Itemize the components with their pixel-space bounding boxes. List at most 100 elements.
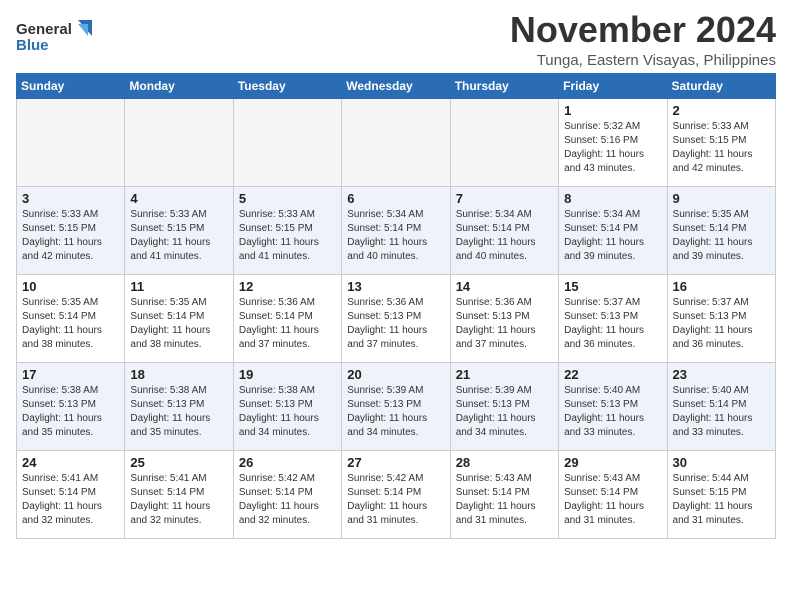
day-info: Sunrise: 5:42 AM Sunset: 5:14 PM Dayligh… [239, 472, 336, 528]
calendar-cell [233, 98, 341, 186]
day-number: 20 [347, 367, 444, 382]
day-number: 10 [22, 279, 119, 294]
calendar-cell: 11Sunrise: 5:35 AM Sunset: 5:14 PM Dayli… [125, 274, 233, 362]
day-number: 1 [564, 103, 661, 118]
day-info: Sunrise: 5:35 AM Sunset: 5:14 PM Dayligh… [673, 208, 770, 264]
day-number: 18 [130, 367, 227, 382]
month-title: November 2024 [510, 10, 776, 50]
day-info: Sunrise: 5:40 AM Sunset: 5:14 PM Dayligh… [673, 384, 770, 440]
calendar-cell: 1 Sunrise: 5:32 AM Sunset: 5:16 PM Daylig… [559, 98, 667, 186]
day-info: Sunrise: 5:38 AM Sunset: 5:13 PM Dayligh… [22, 384, 119, 440]
calendar-table: SundayMondayTuesdayWednesdayThursdayFrid… [16, 73, 776, 539]
day-info: Sunrise: 5:34 AM Sunset: 5:14 PM Dayligh… [456, 208, 553, 264]
day-number: 25 [130, 455, 227, 470]
calendar-week-5: 24 Sunrise: 5:41 AM Sunset: 5:14 PM Dayli… [17, 450, 776, 538]
calendar-week-1: 1 Sunrise: 5:32 AM Sunset: 5:16 PM Daylig… [17, 98, 776, 186]
day-info: Sunrise: 5:33 AM Sunset: 5:15 PM Dayligh… [22, 208, 119, 264]
day-number: 27 [347, 455, 444, 470]
day-number: 9 [673, 191, 770, 206]
calendar-week-2: 3 Sunrise: 5:33 AM Sunset: 5:15 PM Daylig… [17, 186, 776, 274]
day-info: Sunrise: 5:43 AM Sunset: 5:14 PM Dayligh… [564, 472, 661, 528]
day-number: 2 [673, 103, 770, 118]
day-number: 29 [564, 455, 661, 470]
weekday-header-friday: Friday [559, 73, 667, 98]
day-number: 8 [564, 191, 661, 206]
day-number: 21 [456, 367, 553, 382]
calendar-cell: 4 Sunrise: 5:33 AM Sunset: 5:15 PM Daylig… [125, 186, 233, 274]
weekday-header-saturday: Saturday [667, 73, 775, 98]
day-info: Sunrise: 5:37 AM Sunset: 5:13 PM Dayligh… [673, 296, 770, 352]
calendar-cell [450, 98, 558, 186]
calendar-cell: 8 Sunrise: 5:34 AM Sunset: 5:14 PM Daylig… [559, 186, 667, 274]
calendar-cell: 2 Sunrise: 5:33 AM Sunset: 5:15 PM Daylig… [667, 98, 775, 186]
day-info: Sunrise: 5:44 AM Sunset: 5:15 PM Dayligh… [673, 472, 770, 528]
day-info: Sunrise: 5:36 AM Sunset: 5:13 PM Dayligh… [456, 296, 553, 352]
calendar-cell: 19Sunrise: 5:38 AM Sunset: 5:13 PM Dayli… [233, 362, 341, 450]
calendar-cell [342, 98, 450, 186]
calendar-cell: 21 Sunrise: 5:39 AM Sunset: 5:13 PM Dayli… [450, 362, 558, 450]
day-number: 7 [456, 191, 553, 206]
svg-text:General: General [16, 21, 72, 38]
calendar-cell: 13 Sunrise: 5:36 AM Sunset: 5:13 PM Dayli… [342, 274, 450, 362]
weekday-header-thursday: Thursday [450, 73, 558, 98]
day-info: Sunrise: 5:35 AM Sunset: 5:14 PM Dayligh… [22, 296, 119, 352]
calendar-cell: 28 Sunrise: 5:43 AM Sunset: 5:14 PM Dayli… [450, 450, 558, 538]
calendar-cell: 30 Sunrise: 5:44 AM Sunset: 5:15 PM Dayli… [667, 450, 775, 538]
day-info: Sunrise: 5:37 AM Sunset: 5:13 PM Dayligh… [564, 296, 661, 352]
weekday-header-tuesday: Tuesday [233, 73, 341, 98]
calendar-cell: 25 Sunrise: 5:41 AM Sunset: 5:14 PM Dayli… [125, 450, 233, 538]
day-number: 26 [239, 455, 336, 470]
day-number: 3 [22, 191, 119, 206]
day-number: 13 [347, 279, 444, 294]
day-info: Sunrise: 5:36 AM Sunset: 5:13 PM Dayligh… [347, 296, 444, 352]
day-number: 11 [130, 279, 227, 294]
day-number: 24 [22, 455, 119, 470]
logo-area: General Blue [16, 16, 96, 65]
day-number: 15 [564, 279, 661, 294]
day-info: Sunrise: 5:33 AM Sunset: 5:15 PM Dayligh… [130, 208, 227, 264]
calendar-cell: 17 Sunrise: 5:38 AM Sunset: 5:13 PM Dayli… [17, 362, 125, 450]
calendar-cell: 24Sunrise: 5:41 AM Sunset: 5:14 PM Dayli… [17, 450, 125, 538]
title-area: November 2024 Tunga, Eastern Visayas, Ph… [510, 10, 776, 69]
day-info: Sunrise: 5:39 AM Sunset: 5:13 PM Dayligh… [456, 384, 553, 440]
svg-text:Blue: Blue [16, 37, 49, 54]
day-number: 19 [239, 367, 336, 382]
calendar-cell: 23Sunrise: 5:40 AM Sunset: 5:14 PM Dayli… [667, 362, 775, 450]
calendar-cell [17, 98, 125, 186]
day-number: 12 [239, 279, 336, 294]
calendar-cell: 29 Sunrise: 5:43 AM Sunset: 5:14 PM Dayli… [559, 450, 667, 538]
day-number: 30 [673, 455, 770, 470]
day-info: Sunrise: 5:41 AM Sunset: 5:14 PM Dayligh… [130, 472, 227, 528]
calendar-cell: 27 Sunrise: 5:42 AM Sunset: 5:14 PM Dayli… [342, 450, 450, 538]
calendar-cell: 10 Sunrise: 5:35 AM Sunset: 5:14 PM Dayli… [17, 274, 125, 362]
day-info: Sunrise: 5:33 AM Sunset: 5:15 PM Dayligh… [239, 208, 336, 264]
day-info: Sunrise: 5:32 AM Sunset: 5:16 PM Dayligh… [564, 120, 661, 176]
calendar-cell: 5Sunrise: 5:33 AM Sunset: 5:15 PM Daylig… [233, 186, 341, 274]
weekday-header-row: SundayMondayTuesdayWednesdayThursdayFrid… [17, 73, 776, 98]
day-number: 17 [22, 367, 119, 382]
day-info: Sunrise: 5:39 AM Sunset: 5:13 PM Dayligh… [347, 384, 444, 440]
calendar-cell: 6Sunrise: 5:34 AM Sunset: 5:14 PM Daylig… [342, 186, 450, 274]
calendar-cell: 9 Sunrise: 5:35 AM Sunset: 5:14 PM Daylig… [667, 186, 775, 274]
calendar-cell: 16Sunrise: 5:37 AM Sunset: 5:13 PM Dayli… [667, 274, 775, 362]
calendar-cell: 18Sunrise: 5:38 AM Sunset: 5:13 PM Dayli… [125, 362, 233, 450]
day-info: Sunrise: 5:33 AM Sunset: 5:15 PM Dayligh… [673, 120, 770, 176]
day-number: 22 [564, 367, 661, 382]
calendar-week-4: 17 Sunrise: 5:38 AM Sunset: 5:13 PM Dayli… [17, 362, 776, 450]
day-number: 28 [456, 455, 553, 470]
calendar-cell [125, 98, 233, 186]
day-info: Sunrise: 5:42 AM Sunset: 5:14 PM Dayligh… [347, 472, 444, 528]
day-info: Sunrise: 5:36 AM Sunset: 5:14 PM Dayligh… [239, 296, 336, 352]
day-number: 4 [130, 191, 227, 206]
calendar-cell: 15 Sunrise: 5:37 AM Sunset: 5:13 PM Dayli… [559, 274, 667, 362]
day-info: Sunrise: 5:34 AM Sunset: 5:14 PM Dayligh… [564, 208, 661, 264]
calendar-cell: 7 Sunrise: 5:34 AM Sunset: 5:14 PM Daylig… [450, 186, 558, 274]
calendar-cell: 14Sunrise: 5:36 AM Sunset: 5:13 PM Dayli… [450, 274, 558, 362]
day-info: Sunrise: 5:40 AM Sunset: 5:13 PM Dayligh… [564, 384, 661, 440]
day-info: Sunrise: 5:43 AM Sunset: 5:14 PM Dayligh… [456, 472, 553, 528]
header: General Blue November 2024 Tunga, Easter… [16, 10, 776, 69]
location: Tunga, Eastern Visayas, Philippines [510, 52, 776, 69]
day-info: Sunrise: 5:34 AM Sunset: 5:14 PM Dayligh… [347, 208, 444, 264]
logo: General Blue [16, 16, 96, 65]
calendar-cell: 22 Sunrise: 5:40 AM Sunset: 5:13 PM Dayli… [559, 362, 667, 450]
